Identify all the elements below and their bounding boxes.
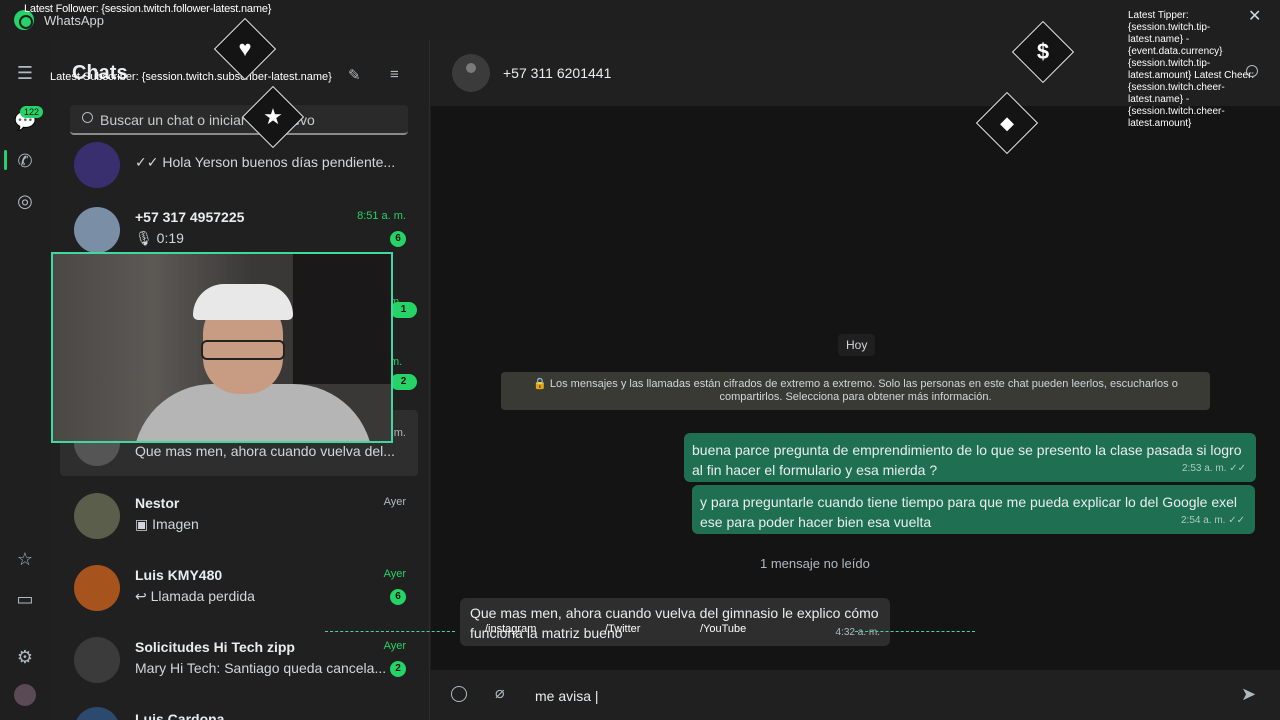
starred-icon[interactable]: ☆: [14, 548, 36, 570]
chat-list-item[interactable]: Luis KMY480 ↩ Llamada perdida Ayer 6: [60, 553, 418, 623]
chat-time: Ayer: [383, 496, 406, 508]
message-time: 2:54 a. m. ✓✓: [1180, 515, 1245, 526]
chat-name: +57 317 4957225: [135, 209, 245, 225]
archive-icon[interactable]: ▭: [14, 588, 36, 610]
chat-preview: Mary Hi Tech: Santiago queda cancela...: [135, 660, 387, 676]
unread-separator: 1 mensaje no leído: [760, 556, 870, 571]
attach-icon[interactable]: ⌀: [495, 683, 505, 703]
message-text: buena parce pregunta de emprendimiento d…: [692, 442, 1242, 478]
chat-name: Luis Cardona: [135, 711, 225, 720]
chat-time: Ayer: [383, 568, 406, 580]
contact-name[interactable]: +57 311 6201441: [503, 65, 611, 81]
profile-avatar[interactable]: [14, 684, 36, 706]
star-icon: ★: [263, 104, 283, 129]
webcam-background-dark: [293, 254, 391, 384]
day-separator: Hoy: [838, 334, 876, 356]
outgoing-message[interactable]: buena parce pregunta de emprendimiento d…: [684, 433, 1256, 482]
chat-list-item[interactable]: ✓✓ Hola Yerson buenos días pendiente...: [60, 130, 418, 200]
status-icon[interactable]: ◎: [14, 190, 36, 212]
message-input[interactable]: [535, 686, 1215, 706]
chat-preview: 🎙 0:19: [135, 230, 184, 246]
message-composer: ⌀ ➤: [431, 670, 1280, 720]
title-bar: WhatsApp Latest Follower: {session.twitc…: [0, 0, 1280, 40]
app-title: WhatsApp: [44, 13, 104, 28]
unread-badge: 2: [390, 374, 417, 390]
webcam-overlay: [51, 252, 393, 443]
heart-icon: ♥: [238, 36, 252, 61]
message-time: 2:53 a. m. ✓✓: [1181, 463, 1246, 474]
chat-time: Ayer: [383, 640, 406, 652]
chat-time: m.: [393, 427, 406, 439]
filter-icon[interactable]: ≡: [390, 66, 399, 83]
chat-avatar: [74, 142, 120, 188]
chat-avatar: [74, 565, 120, 611]
unread-badge: 2: [390, 661, 406, 677]
chat-preview: ↩ Llamada perdida: [135, 588, 255, 604]
chat-preview: ▣ Imagen: [135, 516, 199, 532]
unread-badge: 6: [390, 589, 406, 605]
twitter-handle: /Twitter: [605, 623, 641, 635]
webcam-person-cap: [193, 284, 293, 320]
chat-avatar: [74, 707, 120, 720]
send-icon[interactable]: ➤: [1241, 684, 1256, 705]
chats-unread-badge: 122: [20, 106, 44, 118]
chat-name: Solicitudes Hi Tech zipp: [135, 639, 295, 655]
calls-icon[interactable]: ✆: [14, 150, 36, 172]
chat-preview: Que mas men, ahora cuando vuelva del...: [135, 443, 395, 459]
chat-preview: ✓✓ Hola Yerson buenos días pendiente...: [135, 154, 395, 170]
settings-icon[interactable]: ⚙: [14, 646, 36, 668]
chat-name: Nestor: [135, 495, 180, 511]
chat-avatar: [74, 207, 120, 253]
unread-badge: 6: [390, 231, 406, 247]
webcam-person-glasses: [201, 340, 285, 360]
chat-list-item[interactable]: Solicitudes Hi Tech zipp Mary Hi Tech: S…: [60, 625, 418, 695]
stream-overlay-tipper: Latest Tipper: {session.twitch.tip-lates…: [1128, 10, 1255, 129]
search-icon: [82, 112, 93, 123]
gem-icon: ◆: [1000, 113, 1014, 133]
decor-line: [325, 631, 455, 632]
emoji-icon[interactable]: [451, 686, 467, 702]
contact-avatar[interactable]: [452, 54, 490, 92]
chat-list-item[interactable]: Nestor ▣ Imagen Ayer: [60, 481, 418, 551]
dollar-icon: $: [1036, 39, 1050, 64]
message-text: y para preguntarle cuando tiene tiempo p…: [700, 494, 1238, 530]
new-chat-icon[interactable]: ✎: [348, 66, 361, 84]
chat-name: Luis KMY480: [135, 567, 223, 583]
group-avatar-icon: [74, 637, 120, 683]
stream-social-bar: /instagram /Twitter /YouTube: [325, 622, 975, 640]
chat-time: 8:51 a. m.: [357, 210, 406, 222]
chat-time: m.: [390, 356, 403, 368]
chat-avatar: [74, 493, 120, 539]
unread-badge: 1: [390, 302, 417, 318]
decor-line: [855, 631, 975, 632]
stream-overlay-subscriber: Latest Subscriber: {session.twitch.subsc…: [50, 71, 332, 83]
active-indicator: [4, 150, 7, 170]
stream-overlay-follower: Latest Follower: {session.twitch.followe…: [24, 3, 272, 15]
outgoing-message[interactable]: y para preguntarle cuando tiene tiempo p…: [692, 485, 1255, 534]
encryption-notice[interactable]: 🔒 Los mensajes y las llamadas están cifr…: [501, 372, 1210, 410]
youtube-handle: /YouTube: [700, 623, 747, 635]
chat-list-item[interactable]: Luis Cardona: [60, 695, 418, 720]
whatsapp-window: WhatsApp Latest Follower: {session.twitc…: [0, 0, 1280, 720]
menu-icon[interactable]: ☰: [14, 62, 36, 84]
navigation-rail: ☰ 💬 122 ✆ ◎ ☆ ▭ ⚙: [0, 40, 50, 720]
instagram-handle: /instagram: [485, 623, 537, 635]
